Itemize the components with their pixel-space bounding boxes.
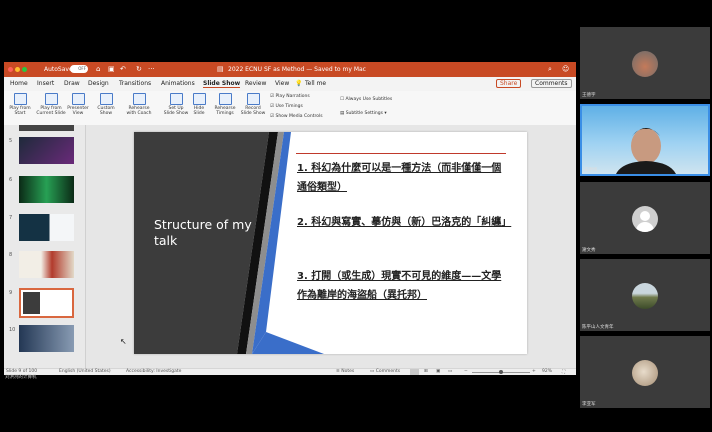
set-up-slide-show-button[interactable]: Set Up Slide Show — [162, 93, 190, 116]
minimize-window-button[interactable] — [15, 67, 20, 72]
speaker-video — [616, 128, 676, 174]
bullet-point: 1. 科幻為什麼可以是一種方法（而非僅僅一個通俗類型） — [297, 163, 502, 193]
bullet-point: 2. 科幻與寫實、摹仿與（新）巴洛克的「糾纏」 — [297, 217, 512, 228]
slide-thumbnail-current[interactable] — [19, 288, 74, 318]
subtitle-settings-dropdown[interactable]: ▤ Subtitle Settings ▾ — [340, 111, 387, 116]
zoom-out-button[interactable]: − — [464, 369, 468, 374]
tell-me-field[interactable]: Tell me — [305, 80, 326, 87]
participant-name: 陈平山人文青年 — [582, 325, 614, 330]
tab-insert[interactable]: Insert — [37, 80, 54, 87]
participant-tile[interactable]: 陈平山人文青年 — [580, 259, 710, 331]
use-timings-checkbox[interactable]: ☑ Use Timings — [270, 104, 303, 109]
presenter-label: 刘洪冽的计算机 — [5, 375, 37, 380]
avatar — [632, 283, 658, 309]
thumbnail-number: 9 — [9, 290, 13, 296]
slideshow-view-button[interactable]: ▭ — [448, 369, 452, 374]
participant-tile-active-speaker[interactable]: 宋明炜 — [580, 104, 710, 176]
mouse-cursor-icon: ↖ — [120, 337, 127, 346]
status-comments-button[interactable]: ▭ Comments — [370, 369, 400, 374]
participant-name: 王德宇 — [582, 93, 596, 98]
current-slide[interactable]: Structure of my talk 1. 科幻為什麼可以是一種方法（而非僅… — [134, 132, 527, 354]
title-rule — [296, 153, 506, 154]
avatar — [632, 360, 658, 386]
lightbulb-icon: 💡 — [295, 80, 303, 87]
zoom-level[interactable]: 92% — [542, 369, 552, 374]
thumbnail-number: 7 — [9, 215, 13, 221]
participant-name: 宋明炜 — [584, 168, 598, 173]
show-media-controls-checkbox[interactable]: ☑ Show Media Controls — [270, 114, 323, 119]
play-narrations-checkbox[interactable]: ☑ Play Narrations — [270, 94, 310, 99]
rehearse-with-coach-button[interactable]: Rehearse with Coach — [124, 93, 154, 116]
account-icon[interactable]: ☺ — [562, 65, 569, 73]
normal-view-button[interactable] — [410, 369, 419, 375]
rehearse-timings-button[interactable]: Rehearse Timings — [212, 93, 238, 116]
comments-button[interactable]: Comments — [531, 79, 572, 88]
participant-name: 謝文秀 — [582, 248, 596, 253]
thumbnail-number: 8 — [9, 252, 13, 258]
accessibility-status[interactable]: Accessibility: Investigate — [126, 369, 181, 374]
thumbnail-number: 5 — [9, 138, 13, 144]
thumbnail-number: 6 — [9, 177, 13, 183]
search-icon[interactable]: ⌕ — [548, 65, 552, 74]
shared-screen: AutoSave OFF ⌂ ▣ ↶ ↻ ··· ▤ 2022 ECNU SF … — [4, 62, 576, 375]
reading-view-button[interactable]: ▣ — [436, 369, 440, 374]
ribbon-tabs: Home Insert Draw Design Transitions Anim… — [4, 77, 576, 91]
close-window-button[interactable] — [8, 67, 13, 72]
notes-button[interactable]: ≡ Notes — [336, 369, 354, 374]
slide-thumbnail[interactable] — [19, 251, 74, 278]
avatar — [632, 206, 658, 232]
zoom-window-button[interactable] — [22, 67, 27, 72]
tab-animations[interactable]: Animations — [161, 80, 195, 87]
status-bar: Slide 9 of 100 English (United States) A… — [4, 368, 576, 375]
slide-thumbnail[interactable] — [19, 125, 74, 131]
save-icon[interactable]: ▣ — [108, 65, 115, 73]
participant-name: 李亚军 — [582, 402, 596, 407]
participant-tile[interactable]: 謝文秀 — [580, 182, 710, 254]
zoom-in-button[interactable]: + — [532, 369, 536, 374]
participant-tile[interactable]: 王德宇 — [580, 27, 710, 99]
hide-slide-button[interactable]: Hide Slide — [189, 93, 209, 116]
ribbon-toolbar: Play from Start Play from Current Slide Pr… — [4, 91, 576, 126]
tab-home[interactable]: Home — [10, 80, 28, 87]
redo-icon[interactable]: ↻ — [136, 65, 142, 73]
slide-thumbnail-pane: 5 6 7 8 9 10 — [4, 125, 86, 368]
language-status[interactable]: English (United States) — [59, 369, 111, 374]
slide-title: Structure of my talk — [154, 217, 252, 248]
slide-thumbnail[interactable] — [19, 214, 74, 241]
participant-tile[interactable]: 李亚军 — [580, 336, 710, 408]
slide-thumbnail[interactable] — [19, 325, 74, 352]
tab-review[interactable]: Review — [245, 80, 266, 87]
bullet-point: 3. 打開（或生成）現實不可見的維度——文學作為離岸的海盜船（異托邦） — [297, 271, 502, 301]
tab-draw[interactable]: Draw — [64, 80, 80, 87]
slide-editor: Structure of my talk 1. 科幻為什麼可以是一種方法（而非僅… — [86, 125, 576, 368]
autosave-toggle[interactable]: OFF — [70, 65, 88, 73]
tab-view[interactable]: View — [275, 80, 289, 87]
autosave-label: AutoSave — [44, 66, 73, 73]
always-use-subtitles-checkbox[interactable]: ☐ Always Use Subtitles — [340, 97, 392, 102]
play-from-start-button[interactable]: Play from Start — [6, 93, 34, 116]
tab-transitions[interactable]: Transitions — [119, 80, 151, 87]
slide-sorter-button[interactable]: ⊞ — [424, 369, 428, 374]
zoom-slider-thumb[interactable] — [499, 370, 503, 374]
title-bar: AutoSave OFF ⌂ ▣ ↶ ↻ ··· ▤ 2022 ECNU SF … — [4, 62, 576, 77]
thumbnail-number: 10 — [9, 327, 16, 333]
tab-slide-show[interactable]: Slide Show — [203, 80, 241, 88]
share-button[interactable]: Share — [496, 79, 522, 88]
slide-thumbnail[interactable] — [19, 137, 74, 164]
home-icon[interactable]: ⌂ — [96, 65, 100, 73]
powerpoint-icon: ▤ — [217, 65, 224, 73]
custom-show-button[interactable]: Custom Show — [94, 93, 118, 116]
presenter-view-button[interactable]: Presenter View — [63, 93, 93, 116]
slide-thumbnail[interactable] — [19, 176, 74, 203]
fit-slide-icon[interactable]: ⛶ — [562, 369, 565, 375]
avatar — [632, 51, 658, 77]
undo-icon[interactable]: ↶ — [120, 65, 126, 73]
record-slide-show-button[interactable]: Record Slide Show — [238, 93, 268, 116]
tab-design[interactable]: Design — [88, 80, 109, 87]
document-title: 2022 ECNU SF as Method — Saved to my Mac — [228, 66, 366, 73]
more-icon[interactable]: ··· — [148, 65, 155, 73]
